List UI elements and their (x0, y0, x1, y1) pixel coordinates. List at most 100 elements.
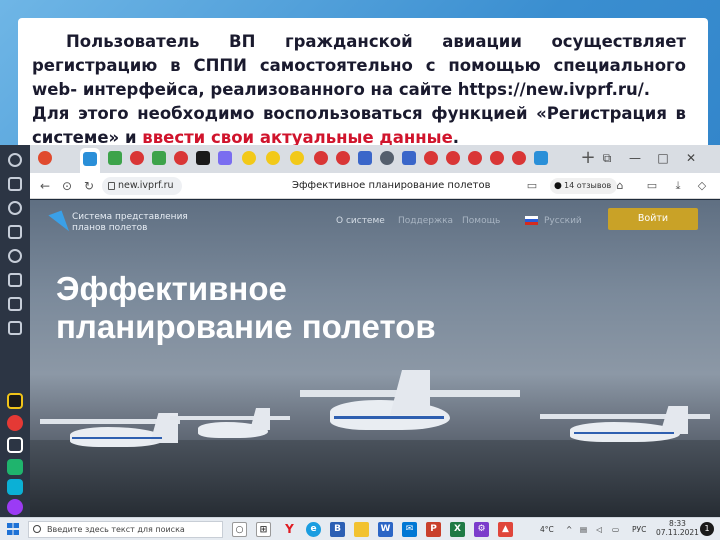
sidebar-sparkle-icon[interactable] (7, 437, 23, 453)
tab-icon[interactable] (380, 151, 394, 165)
tab-active-icon[interactable] (83, 152, 97, 166)
slide-body-text: Пользователь ВП гражданской авиации осущ… (32, 30, 686, 150)
russian-flag-icon (525, 216, 538, 225)
lock-icon (108, 182, 115, 190)
logo-line-1: Система представления (72, 212, 188, 222)
yandex-browser-icon[interactable]: Y (282, 522, 297, 537)
reader-mode-icon[interactable]: ▭ (524, 178, 540, 194)
back-button[interactable]: ← (36, 177, 54, 195)
network-icon[interactable]: ▤ (580, 522, 587, 537)
sidebar-downloads-icon[interactable] (8, 225, 22, 239)
sidebar-alice-icon[interactable] (7, 499, 23, 515)
nav-link-about[interactable]: О системе (336, 216, 385, 226)
tab-icon[interactable] (512, 151, 526, 165)
reviews-badge[interactable]: ● 14 отзывов (550, 178, 618, 194)
paragraph-2: Для этого необходимо воспользоваться фун… (32, 102, 686, 150)
paragraph-1: Пользователь ВП гражданской авиации осущ… (32, 30, 686, 102)
tab-icon[interactable] (108, 151, 122, 165)
hero-title-line-2: планирование полетов (56, 308, 436, 345)
browser-sidebar (0, 145, 30, 517)
search-icon (33, 525, 41, 533)
sidebar-collections-icon[interactable] (8, 177, 22, 191)
tab-icon[interactable] (336, 151, 350, 165)
tab-icon[interactable] (424, 151, 438, 165)
close-window-button[interactable]: ✕ (682, 149, 700, 167)
tab-icon[interactable] (218, 151, 232, 165)
sidebar-app-icon[interactable] (7, 393, 23, 409)
new-tab-button[interactable]: + (578, 148, 598, 168)
shield-icon[interactable]: ◇ (694, 178, 710, 194)
start-menu-icon[interactable] (7, 523, 19, 535)
clock-time: 8:33 (669, 519, 686, 528)
minimize-button[interactable]: — (626, 149, 644, 167)
tab-strip: + ⧉ — □ ✕ (30, 145, 720, 173)
widgets-icon[interactable]: ⊞ (256, 522, 271, 537)
task-view-icon[interactable]: ○ (232, 522, 247, 537)
app-icon[interactable]: ▲ (498, 522, 513, 537)
tab-icon[interactable] (130, 151, 144, 165)
tab-icon[interactable] (196, 151, 210, 165)
nav-link-support[interactable]: Поддержка (398, 216, 453, 226)
powerpoint-icon[interactable]: P (426, 522, 441, 537)
app-icon[interactable]: ⚙ (474, 522, 489, 537)
battery-icon[interactable]: ▭ (644, 178, 660, 194)
tab-icon[interactable] (446, 151, 460, 165)
windows-taskbar: Введите здесь текст для поиска ○ ⊞ Y e B… (0, 517, 720, 540)
mail-icon[interactable]: ✉ (402, 522, 417, 537)
sidebar-maps-icon[interactable] (7, 415, 23, 431)
tab-icon[interactable] (38, 151, 52, 165)
plane-image (530, 400, 720, 470)
tab-icon[interactable] (152, 151, 166, 165)
tab-icon[interactable] (534, 151, 548, 165)
site-hero: Система представления планов полетов О с… (30, 200, 720, 517)
url-field[interactable]: new.ivprf.ru (102, 177, 182, 195)
tab-icon[interactable] (266, 151, 280, 165)
clock-date: 07.11.2021 (656, 528, 699, 537)
vk-icon[interactable]: B (330, 522, 345, 537)
taskbar-search-input[interactable]: Введите здесь текст для поиска (28, 521, 223, 538)
sidebar-play-app-icon[interactable] (7, 479, 23, 495)
login-button[interactable]: Войти (608, 208, 698, 230)
language-selector[interactable]: Русский (544, 216, 582, 226)
sidebar-settings-icon[interactable] (8, 321, 22, 335)
taskbar-clock[interactable]: 8:33 07.11.2021 (656, 519, 699, 537)
tab-icon[interactable] (468, 151, 482, 165)
battery-tray-icon[interactable]: ▭ (612, 522, 619, 537)
input-language[interactable]: РУС (632, 522, 646, 537)
maximize-button[interactable]: □ (654, 149, 672, 167)
nav-link-help[interactable]: Помощь (462, 216, 500, 226)
word-icon[interactable]: W (378, 522, 393, 537)
site-logo-text[interactable]: Система представления планов полетов (72, 212, 192, 234)
sidebar-play-icon[interactable] (8, 249, 22, 263)
plane-image (170, 400, 290, 460)
tabs-overview-icon[interactable]: ⧉ (598, 149, 616, 167)
sidebar-history-icon[interactable] (8, 201, 22, 215)
page-title: Эффективное планирование полетов (292, 180, 491, 191)
sidebar-home-icon[interactable] (8, 153, 22, 167)
tab-icon[interactable] (314, 151, 328, 165)
tray-arrow-icon[interactable]: ^ (566, 522, 572, 537)
weather-temperature[interactable]: 4°C (540, 522, 554, 537)
url-text: new.ivprf.ru (118, 180, 174, 191)
volume-icon[interactable]: ◁ (596, 522, 602, 537)
tab-icon[interactable] (174, 151, 188, 165)
sidebar-messenger-icon[interactable] (7, 459, 23, 475)
paragraph-1-line-3: интерфейса, реализованного на сайте http… (82, 80, 651, 99)
tab-icon[interactable] (290, 151, 304, 165)
sidebar-bookmarks-icon[interactable] (8, 297, 22, 311)
notifications-badge[interactable]: 1 (700, 522, 714, 536)
download-icon[interactable]: ⤓ (670, 178, 686, 194)
logo-icon[interactable] (38, 210, 70, 240)
tab-icon[interactable] (402, 151, 416, 165)
reload-button[interactable]: ↻ (80, 177, 98, 195)
tab-icon[interactable] (490, 151, 504, 165)
tab-icon[interactable] (242, 151, 256, 165)
tab-icon[interactable] (358, 151, 372, 165)
sidebar-notes-icon[interactable] (8, 273, 22, 287)
history-menu-icon[interactable]: ⊙ (58, 177, 76, 195)
bookmark-icon[interactable]: ⌂ (612, 178, 628, 194)
address-bar: ← ⊙ ↻ new.ivprf.ru Эффективное планирова… (30, 173, 720, 199)
edge-icon[interactable]: e (306, 522, 321, 537)
file-explorer-icon[interactable] (354, 522, 369, 537)
excel-icon[interactable]: X (450, 522, 465, 537)
